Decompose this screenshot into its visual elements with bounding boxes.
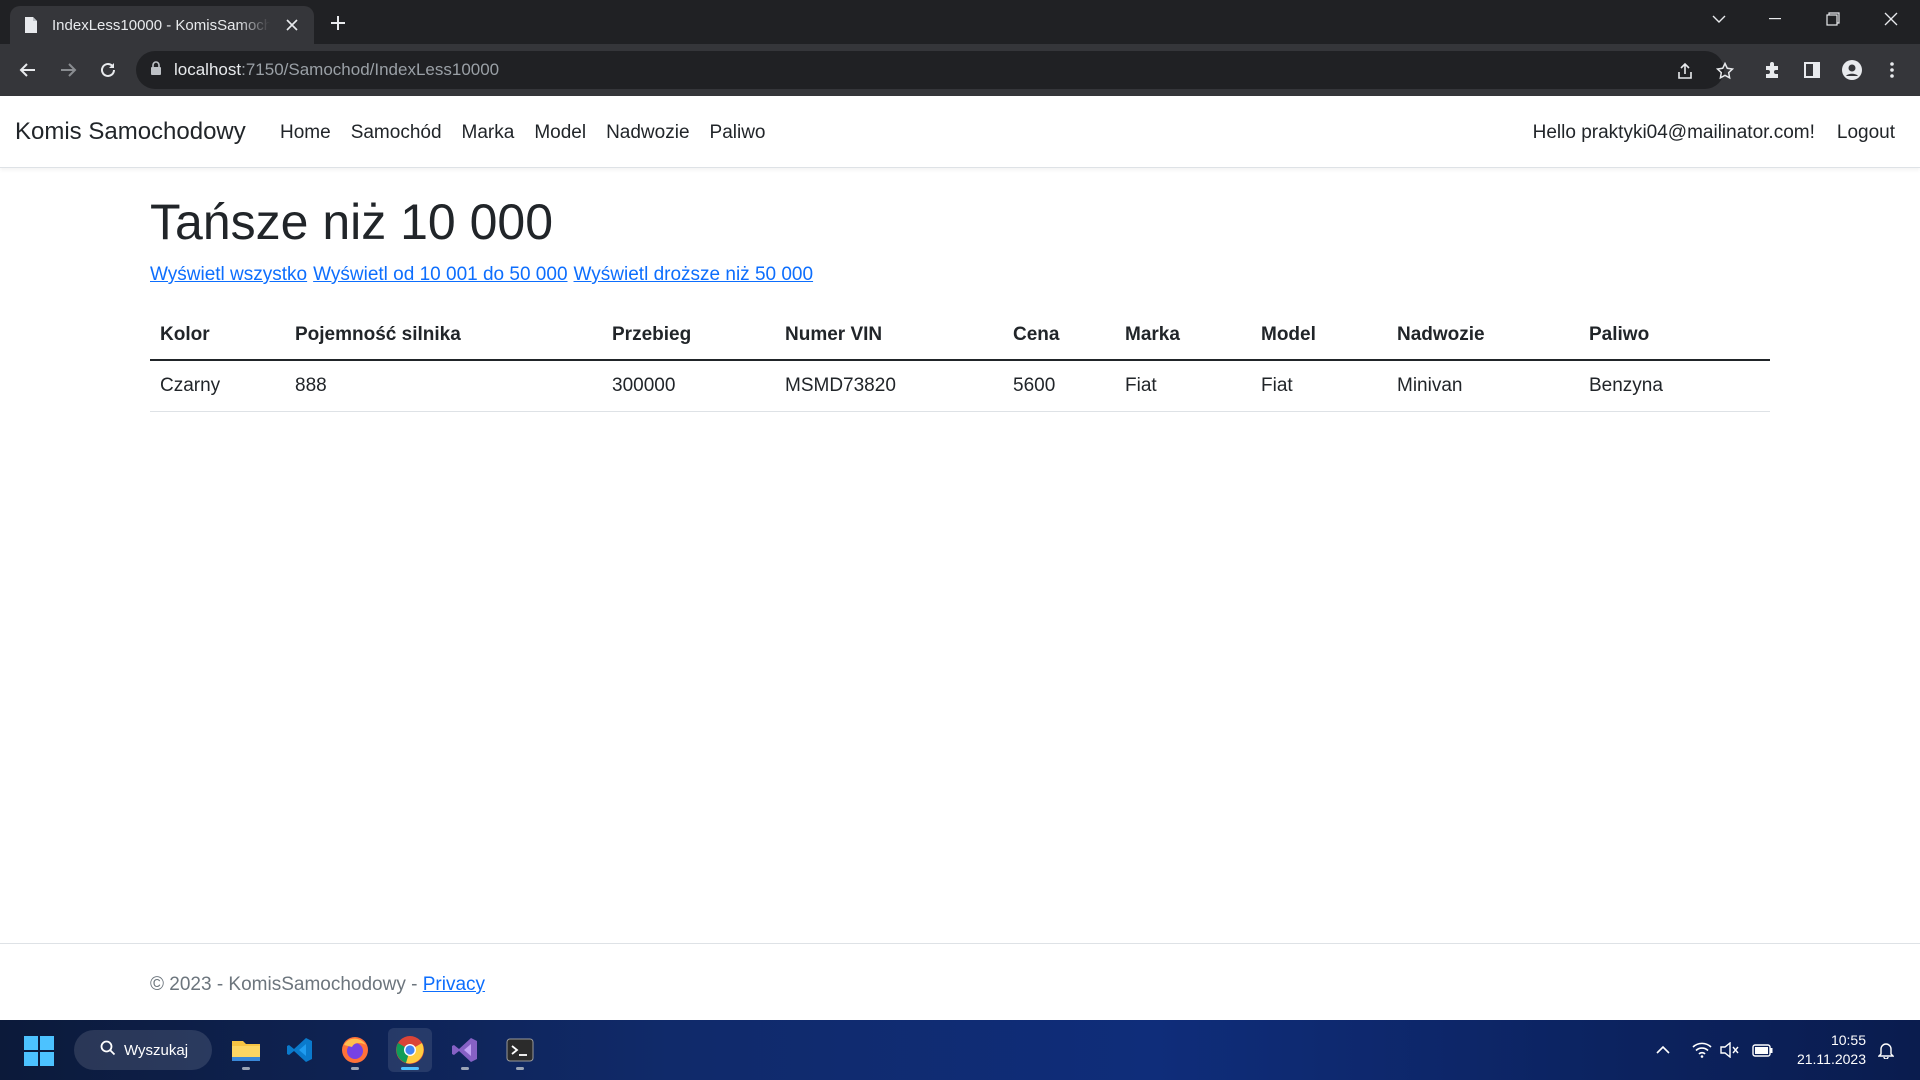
windows-taskbar: Wyszukaj 10:55 21.11.2023 — [0, 1020, 1920, 1080]
user-greeting-link[interactable]: Hello praktyki04@mailinator.com! — [1511, 122, 1815, 144]
column-header: Nadwozie — [1387, 310, 1579, 361]
column-header: Przebieg — [602, 310, 775, 361]
cars-table: Kolor Pojemność silnika Przebieg Numer V… — [150, 310, 1770, 412]
column-header: Pojemność silnika — [285, 310, 602, 361]
column-header: Kolor — [150, 310, 285, 361]
menu-kebab-icon[interactable] — [1876, 54, 1908, 86]
search-icon — [100, 1040, 116, 1060]
chevron-up-icon[interactable] — [1651, 1038, 1675, 1062]
bookmark-star-icon[interactable] — [1714, 60, 1736, 82]
clock-date: 21.11.2023 — [1796, 1051, 1866, 1067]
battery-icon[interactable] — [1751, 1038, 1775, 1062]
table-cell: MSMD73820 — [775, 360, 1003, 412]
nav-link-marka[interactable]: Marka — [452, 122, 525, 144]
file-explorer-icon[interactable] — [224, 1028, 268, 1072]
user-nav: Hello praktyki04@mailinator.com! Logout — [1511, 122, 1895, 144]
nav-links: Home Samochód Marka Model Nadwozie Paliw… — [270, 122, 776, 144]
visual-studio-icon[interactable] — [443, 1028, 487, 1072]
price-filters: Wyświetl wszystko Wyświetl od 10 001 do 5… — [150, 264, 1770, 286]
filter-all-link[interactable]: Wyświetl wszystko — [150, 264, 307, 285]
nav-link-samochod[interactable]: Samochód — [341, 122, 452, 144]
column-header: Numer VIN — [775, 310, 1003, 361]
chrome-icon[interactable] — [388, 1028, 432, 1072]
browser-titlebar: IndexLess10000 - KomisSamochodowy — [0, 0, 1920, 44]
table-header-row: Kolor Pojemność silnika Przebieg Numer V… — [150, 310, 1770, 361]
firefox-icon[interactable] — [333, 1028, 377, 1072]
logout-button[interactable]: Logout — [1815, 122, 1895, 144]
table-row: Czarny 888 300000 MSMD73820 5600 Fiat Fi… — [150, 360, 1770, 412]
nav-link-model[interactable]: Model — [524, 122, 596, 144]
footer-text: © 2023 - KomisSamochodowy - Privacy — [150, 974, 485, 996]
close-tab-icon[interactable] — [282, 15, 302, 35]
url-text[interactable]: localhost:7150/Samochod/IndexLess10000 — [174, 60, 499, 80]
close-window-icon[interactable] — [1868, 0, 1914, 38]
terminal-icon[interactable] — [498, 1028, 542, 1072]
windows-start-icon[interactable] — [24, 1036, 54, 1066]
column-header: Paliwo — [1579, 310, 1770, 361]
browser-toolbar: localhost:7150/Samochod/IndexLess10000 — [0, 44, 1920, 96]
minimize-icon[interactable] — [1752, 0, 1798, 38]
new-tab-button[interactable] — [324, 9, 352, 37]
nav-link-home[interactable]: Home — [270, 122, 341, 144]
address-bar[interactable]: localhost:7150/Samochod/IndexLess10000 — [136, 51, 1734, 89]
main-content: Tańsze niż 10 000 Wyświetl wszystko Wyświ… — [150, 168, 1770, 412]
page-footer: © 2023 - KomisSamochodowy - Privacy — [0, 943, 1920, 1020]
table-cell: 300000 — [602, 360, 775, 412]
share-icon[interactable] — [1674, 60, 1696, 82]
column-header: Cena — [1003, 310, 1115, 361]
nav-link-nadwozie[interactable]: Nadwozie — [596, 122, 699, 144]
volume-muted-icon[interactable] — [1718, 1038, 1742, 1062]
taskbar-clock[interactable]: 10:55 21.11.2023 — [1797, 1031, 1866, 1069]
filter-mid-link[interactable]: Wyświetl od 10 001 do 50 000 — [313, 264, 567, 285]
search-label: Wyszukaj — [124, 1041, 189, 1059]
side-panel-icon[interactable] — [1796, 54, 1828, 86]
page-title: Tańsze niż 10 000 — [150, 194, 554, 250]
table-cell: Fiat — [1115, 360, 1251, 412]
notification-bell-icon[interactable] — [1874, 1038, 1898, 1062]
profile-icon[interactable] — [1836, 54, 1868, 86]
extensions-icon[interactable] — [1756, 54, 1788, 86]
clock-time: 10:55 — [1830, 1032, 1866, 1048]
copyright-text: © 2023 - KomisSamochodowy - — [150, 974, 423, 995]
lock-icon[interactable] — [150, 60, 162, 80]
table-cell: Czarny — [150, 360, 285, 412]
table-cell: Fiat — [1251, 360, 1387, 412]
reload-icon[interactable] — [92, 54, 124, 86]
restore-icon[interactable] — [1810, 0, 1856, 38]
forward-icon[interactable] — [52, 54, 84, 86]
vscode-icon[interactable] — [278, 1028, 322, 1072]
filter-expensive-link[interactable]: Wyświetl droższe niż 50 000 — [574, 264, 814, 285]
table-cell: 888 — [285, 360, 602, 412]
tab-search-icon[interactable] — [1696, 0, 1742, 38]
privacy-link[interactable]: Privacy — [423, 974, 485, 995]
wifi-icon[interactable] — [1690, 1038, 1714, 1062]
taskbar-search-button[interactable]: Wyszukaj — [74, 1030, 212, 1070]
back-icon[interactable] — [12, 54, 44, 86]
column-header: Marka — [1115, 310, 1251, 361]
table-cell: Benzyna — [1579, 360, 1770, 412]
brand-link[interactable]: Komis Samochodowy — [15, 118, 246, 146]
table-cell: Minivan — [1387, 360, 1579, 412]
tab-title: IndexLess10000 - KomisSamochodowy — [52, 16, 270, 34]
site-navbar: Komis Samochodowy Home Samochód Marka Mo… — [0, 96, 1920, 168]
column-header: Model — [1251, 310, 1387, 361]
table-cell: 5600 — [1003, 360, 1115, 412]
page-favicon-icon — [22, 15, 40, 35]
browser-tab[interactable]: IndexLess10000 - KomisSamochodowy — [10, 6, 314, 44]
nav-link-paliwo[interactable]: Paliwo — [700, 122, 776, 144]
